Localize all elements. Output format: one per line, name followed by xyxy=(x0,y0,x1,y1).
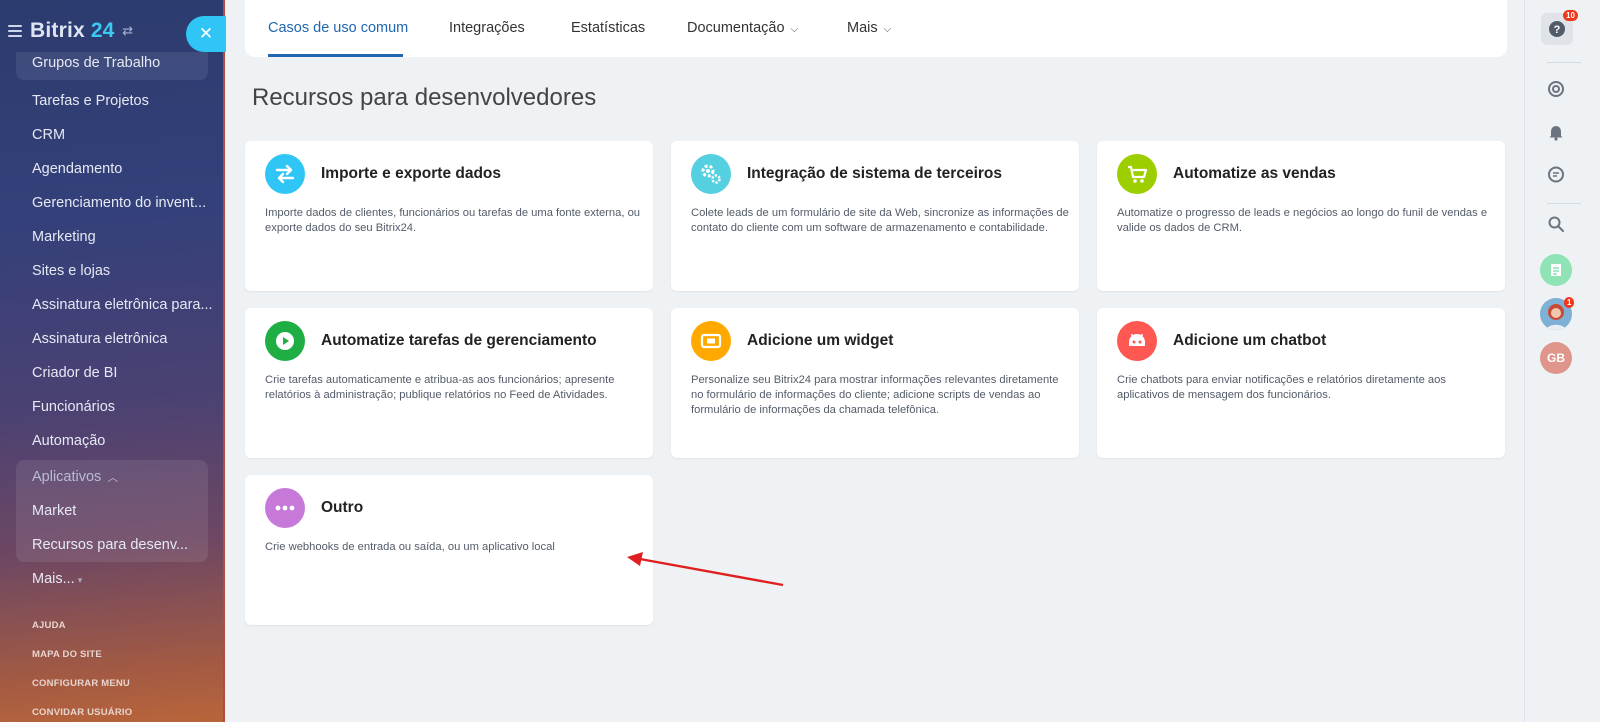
avatar-badge: 1 xyxy=(1564,297,1575,308)
chat-icon xyxy=(1548,166,1564,183)
divider xyxy=(1547,203,1581,204)
search-button[interactable] xyxy=(1540,208,1572,240)
copilot-icon xyxy=(1548,81,1564,97)
right-panel: ? 10 1 GB xyxy=(1524,0,1600,722)
document-icon xyxy=(1551,264,1561,276)
svg-text:?: ? xyxy=(1554,24,1561,36)
help-icon: ? xyxy=(1549,21,1565,37)
divider xyxy=(1547,62,1581,63)
search-icon xyxy=(1548,216,1564,232)
copilot-button[interactable] xyxy=(1540,73,1572,105)
feed-button[interactable] xyxy=(1540,254,1572,286)
help-badge: 10 xyxy=(1563,10,1578,21)
notifications-button[interactable] xyxy=(1540,116,1572,148)
bell-icon xyxy=(1549,126,1563,141)
user-initials-avatar[interactable]: GB xyxy=(1540,342,1572,374)
chat-button[interactable] xyxy=(1540,159,1572,191)
annotation-arrow xyxy=(627,552,784,587)
